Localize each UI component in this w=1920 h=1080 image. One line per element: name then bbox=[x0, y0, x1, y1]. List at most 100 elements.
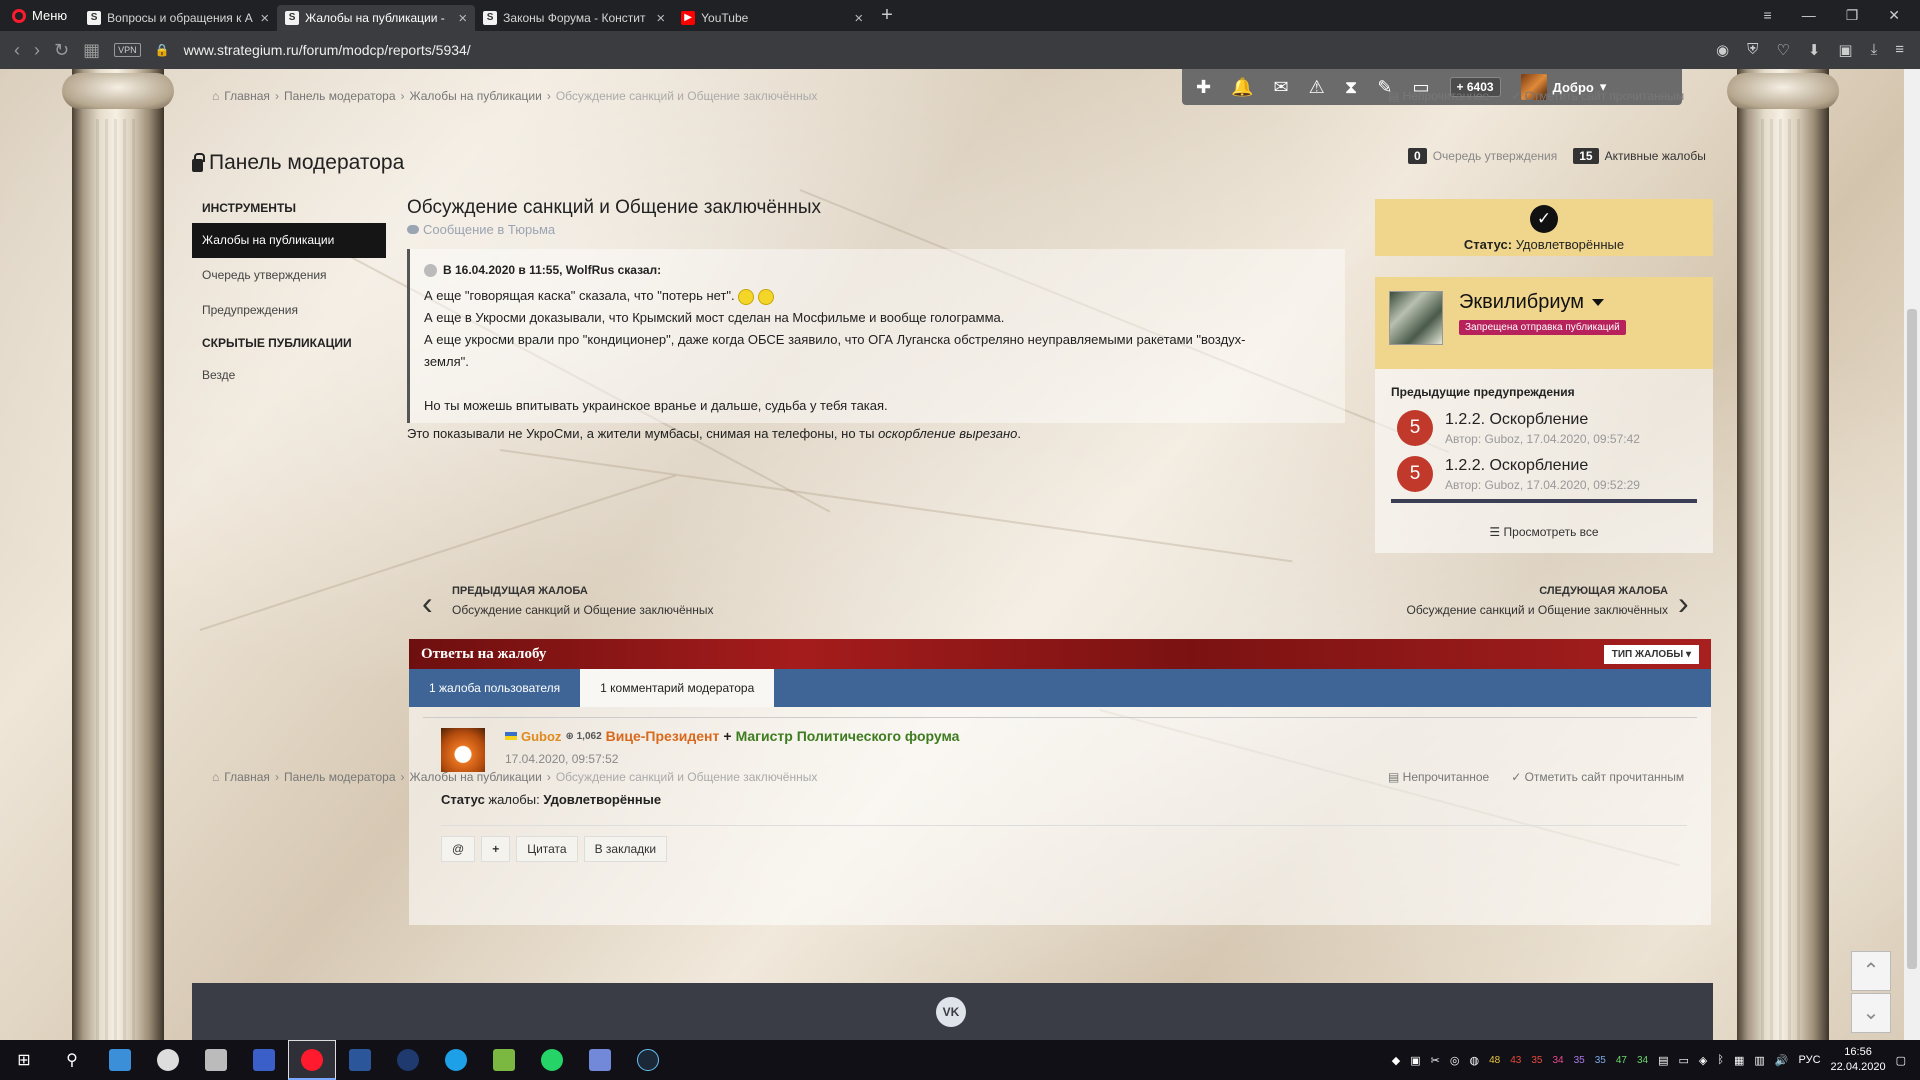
reported-user-menu[interactable]: Эквилибриум bbox=[1459, 291, 1626, 314]
vpn-badge[interactable]: VPN bbox=[114, 43, 141, 57]
tab-user-reports[interactable]: 1 жалоба пользователя bbox=[409, 669, 580, 707]
heart-icon[interactable]: ♡ bbox=[1776, 41, 1789, 59]
tray-app-icon[interactable]: ✂ bbox=[1431, 1054, 1440, 1067]
mention-button[interactable]: @ bbox=[441, 836, 476, 862]
url-field[interactable]: www.strategium.ru/forum/modcp/reports/59… bbox=[184, 42, 471, 58]
tab-menu-icon[interactable]: ≡ bbox=[1764, 7, 1772, 24]
tray-app-icon[interactable]: ◎ bbox=[1450, 1054, 1460, 1067]
steam-icon[interactable] bbox=[624, 1040, 672, 1080]
tab-3[interactable]: ▶ YouTube × bbox=[673, 5, 871, 31]
scroll-top-button[interactable]: ⌃ bbox=[1851, 951, 1891, 991]
sidebar-item-reports[interactable]: Жалобы на публикации bbox=[192, 223, 386, 258]
previous-report-link[interactable]: Предыдущая жалоба Обсуждение санкций и О… bbox=[452, 585, 714, 617]
back-icon[interactable]: ‹ bbox=[14, 40, 20, 61]
tray-app-icon[interactable]: ▦ bbox=[1734, 1054, 1744, 1067]
close-window-icon[interactable]: ✕ bbox=[1888, 7, 1900, 24]
tray-app-icon[interactable]: ▣ bbox=[1410, 1054, 1420, 1067]
approval-hourglass-icon[interactable]: ⧗ bbox=[1345, 77, 1358, 98]
minimize-icon[interactable]: — bbox=[1802, 7, 1816, 24]
whatsapp-icon[interactable] bbox=[528, 1040, 576, 1080]
create-icon[interactable]: ✚ bbox=[1196, 77, 1211, 98]
notifications-icon[interactable]: ▢ bbox=[1896, 1054, 1906, 1067]
reload-icon[interactable]: ↻ bbox=[54, 40, 69, 61]
reports-warning-icon[interactable]: ⚠ bbox=[1309, 77, 1325, 98]
sidebar-item-warnings[interactable]: Предупреждения bbox=[192, 293, 386, 328]
close-tab-icon[interactable]: × bbox=[458, 10, 467, 27]
reported-user-avatar[interactable] bbox=[1389, 291, 1443, 345]
nvidia-icon[interactable]: ◈ bbox=[1699, 1054, 1707, 1067]
approval-queue-link[interactable]: 0 Очередь утверждения bbox=[1408, 148, 1557, 164]
restore-icon[interactable]: ❐ bbox=[1846, 7, 1859, 24]
scroll-bottom-button[interactable]: ⌄ bbox=[1851, 993, 1891, 1033]
extension-icon[interactable]: ▣ bbox=[1838, 41, 1852, 59]
opera-taskbar-icon[interactable] bbox=[288, 1040, 336, 1080]
unread-link[interactable]: ▤ Непрочитанное bbox=[1388, 89, 1489, 103]
tab-1[interactable]: S Жалобы на публикации - × bbox=[277, 5, 476, 31]
opera-menu-button[interactable]: Меню bbox=[0, 0, 79, 31]
bluetooth-icon[interactable]: ᛒ bbox=[1717, 1054, 1724, 1066]
bookmark-button[interactable]: В закладки bbox=[583, 836, 668, 862]
mark-read-link[interactable]: ✓ Отметить сайт прочитанным bbox=[1511, 770, 1684, 784]
volume-icon[interactable]: 🔊 bbox=[1775, 1054, 1789, 1067]
warnings-scrollbar[interactable] bbox=[1391, 499, 1697, 503]
breadcrumb-modcp[interactable]: Панель модератора bbox=[284, 89, 396, 103]
edge-legacy-icon[interactable] bbox=[384, 1040, 432, 1080]
tray-app-icon[interactable]: ◍ bbox=[1469, 1054, 1479, 1067]
forward-icon[interactable]: › bbox=[34, 40, 40, 61]
tray-app-icon[interactable]: ▤ bbox=[1658, 1054, 1668, 1067]
word-icon[interactable] bbox=[336, 1040, 384, 1080]
report-subtitle[interactable]: Сообщение в Тюрьма bbox=[407, 222, 1347, 237]
download-extension-icon[interactable]: ⬇ bbox=[1808, 41, 1821, 59]
scrollbar-thumb[interactable] bbox=[1907, 309, 1917, 969]
warning-item[interactable]: 5 1.2.2. Оскорбление Автор: Guboz, 17.04… bbox=[1375, 405, 1713, 451]
unread-link[interactable]: ▤ Непрочитанное bbox=[1388, 770, 1489, 784]
notepad-icon[interactable] bbox=[480, 1040, 528, 1080]
tab-2[interactable]: S Законы Форума - Констит × bbox=[475, 5, 673, 31]
view-all-warnings-link[interactable]: ☰ Просмотреть все bbox=[1375, 525, 1713, 539]
close-tab-icon[interactable]: × bbox=[854, 10, 863, 27]
network-icon[interactable]: ▥ bbox=[1754, 1054, 1764, 1067]
close-tab-icon[interactable]: × bbox=[260, 10, 269, 27]
breadcrumb-home[interactable]: Главная bbox=[224, 89, 270, 103]
files-icon[interactable] bbox=[192, 1040, 240, 1080]
messages-envelope-icon[interactable]: ✉ bbox=[1274, 77, 1289, 98]
warning-item[interactable]: 5 1.2.2. Оскорбление Автор: Guboz, 17.04… bbox=[1375, 451, 1713, 497]
task-view-icon[interactable] bbox=[96, 1040, 144, 1080]
new-tab-icon[interactable]: + bbox=[871, 4, 903, 27]
mark-read-link[interactable]: ✓ Отметить сайт прочитанным bbox=[1511, 89, 1684, 103]
tab-moderator-comments[interactable]: 1 комментарий модератора bbox=[580, 669, 775, 707]
comment-author-avatar[interactable] bbox=[441, 728, 485, 772]
shield-icon[interactable]: ⛨ bbox=[1747, 41, 1758, 59]
app-icon[interactable] bbox=[144, 1040, 192, 1080]
tab-0[interactable]: S Вопросы и обращения к А × bbox=[79, 5, 277, 31]
windows-start-icon[interactable]: ⊞ bbox=[0, 1040, 48, 1080]
sidebar-item-everywhere[interactable]: Везде bbox=[192, 358, 386, 393]
next-report-link[interactable]: Следующая жалоба Обсуждение санкций и Об… bbox=[1402, 585, 1668, 617]
keyboard-language[interactable]: РУС bbox=[1799, 1054, 1821, 1066]
save-disk-icon[interactable] bbox=[240, 1040, 288, 1080]
quote-collapse-icon[interactable] bbox=[424, 263, 437, 277]
comment-author[interactable]: Guboz bbox=[521, 729, 561, 744]
breadcrumb-modcp[interactable]: Панель модератора bbox=[284, 770, 396, 784]
report-type-button[interactable]: Тип жалобы ▾ bbox=[1603, 644, 1699, 664]
chevron-left-icon[interactable]: ‹ bbox=[422, 587, 433, 619]
quote-button[interactable]: Цитата bbox=[516, 836, 578, 862]
breadcrumb-home[interactable]: Главная bbox=[224, 770, 270, 784]
internet-explorer-icon[interactable] bbox=[432, 1040, 480, 1080]
tray-app-icon[interactable]: ▭ bbox=[1679, 1054, 1689, 1067]
vk-icon[interactable]: VK bbox=[936, 997, 966, 1027]
speed-dial-icon[interactable]: ▦ bbox=[83, 40, 100, 61]
discord-icon[interactable] bbox=[576, 1040, 624, 1080]
chevron-right-icon[interactable]: › bbox=[1678, 587, 1689, 619]
sidebar-item-approval-queue[interactable]: Очередь утверждения bbox=[192, 258, 386, 293]
tray-app-icon[interactable]: ◆ bbox=[1392, 1054, 1400, 1067]
system-clock[interactable]: 16:56 22.04.2020 bbox=[1831, 1045, 1886, 1075]
easy-setup-icon[interactable]: ≡ bbox=[1895, 41, 1904, 59]
close-tab-icon[interactable]: × bbox=[656, 10, 665, 27]
snapshot-icon[interactable]: ◉ bbox=[1716, 41, 1729, 59]
report-title[interactable]: Обсуждение санкций и Общение заключённых bbox=[407, 197, 1347, 219]
search-icon[interactable]: ⚲ bbox=[48, 1040, 96, 1080]
page-scrollbar[interactable] bbox=[1904, 69, 1920, 1040]
breadcrumb-reports[interactable]: Жалобы на публикации bbox=[410, 89, 542, 103]
downloads-icon[interactable]: ⤓ bbox=[1871, 41, 1878, 59]
